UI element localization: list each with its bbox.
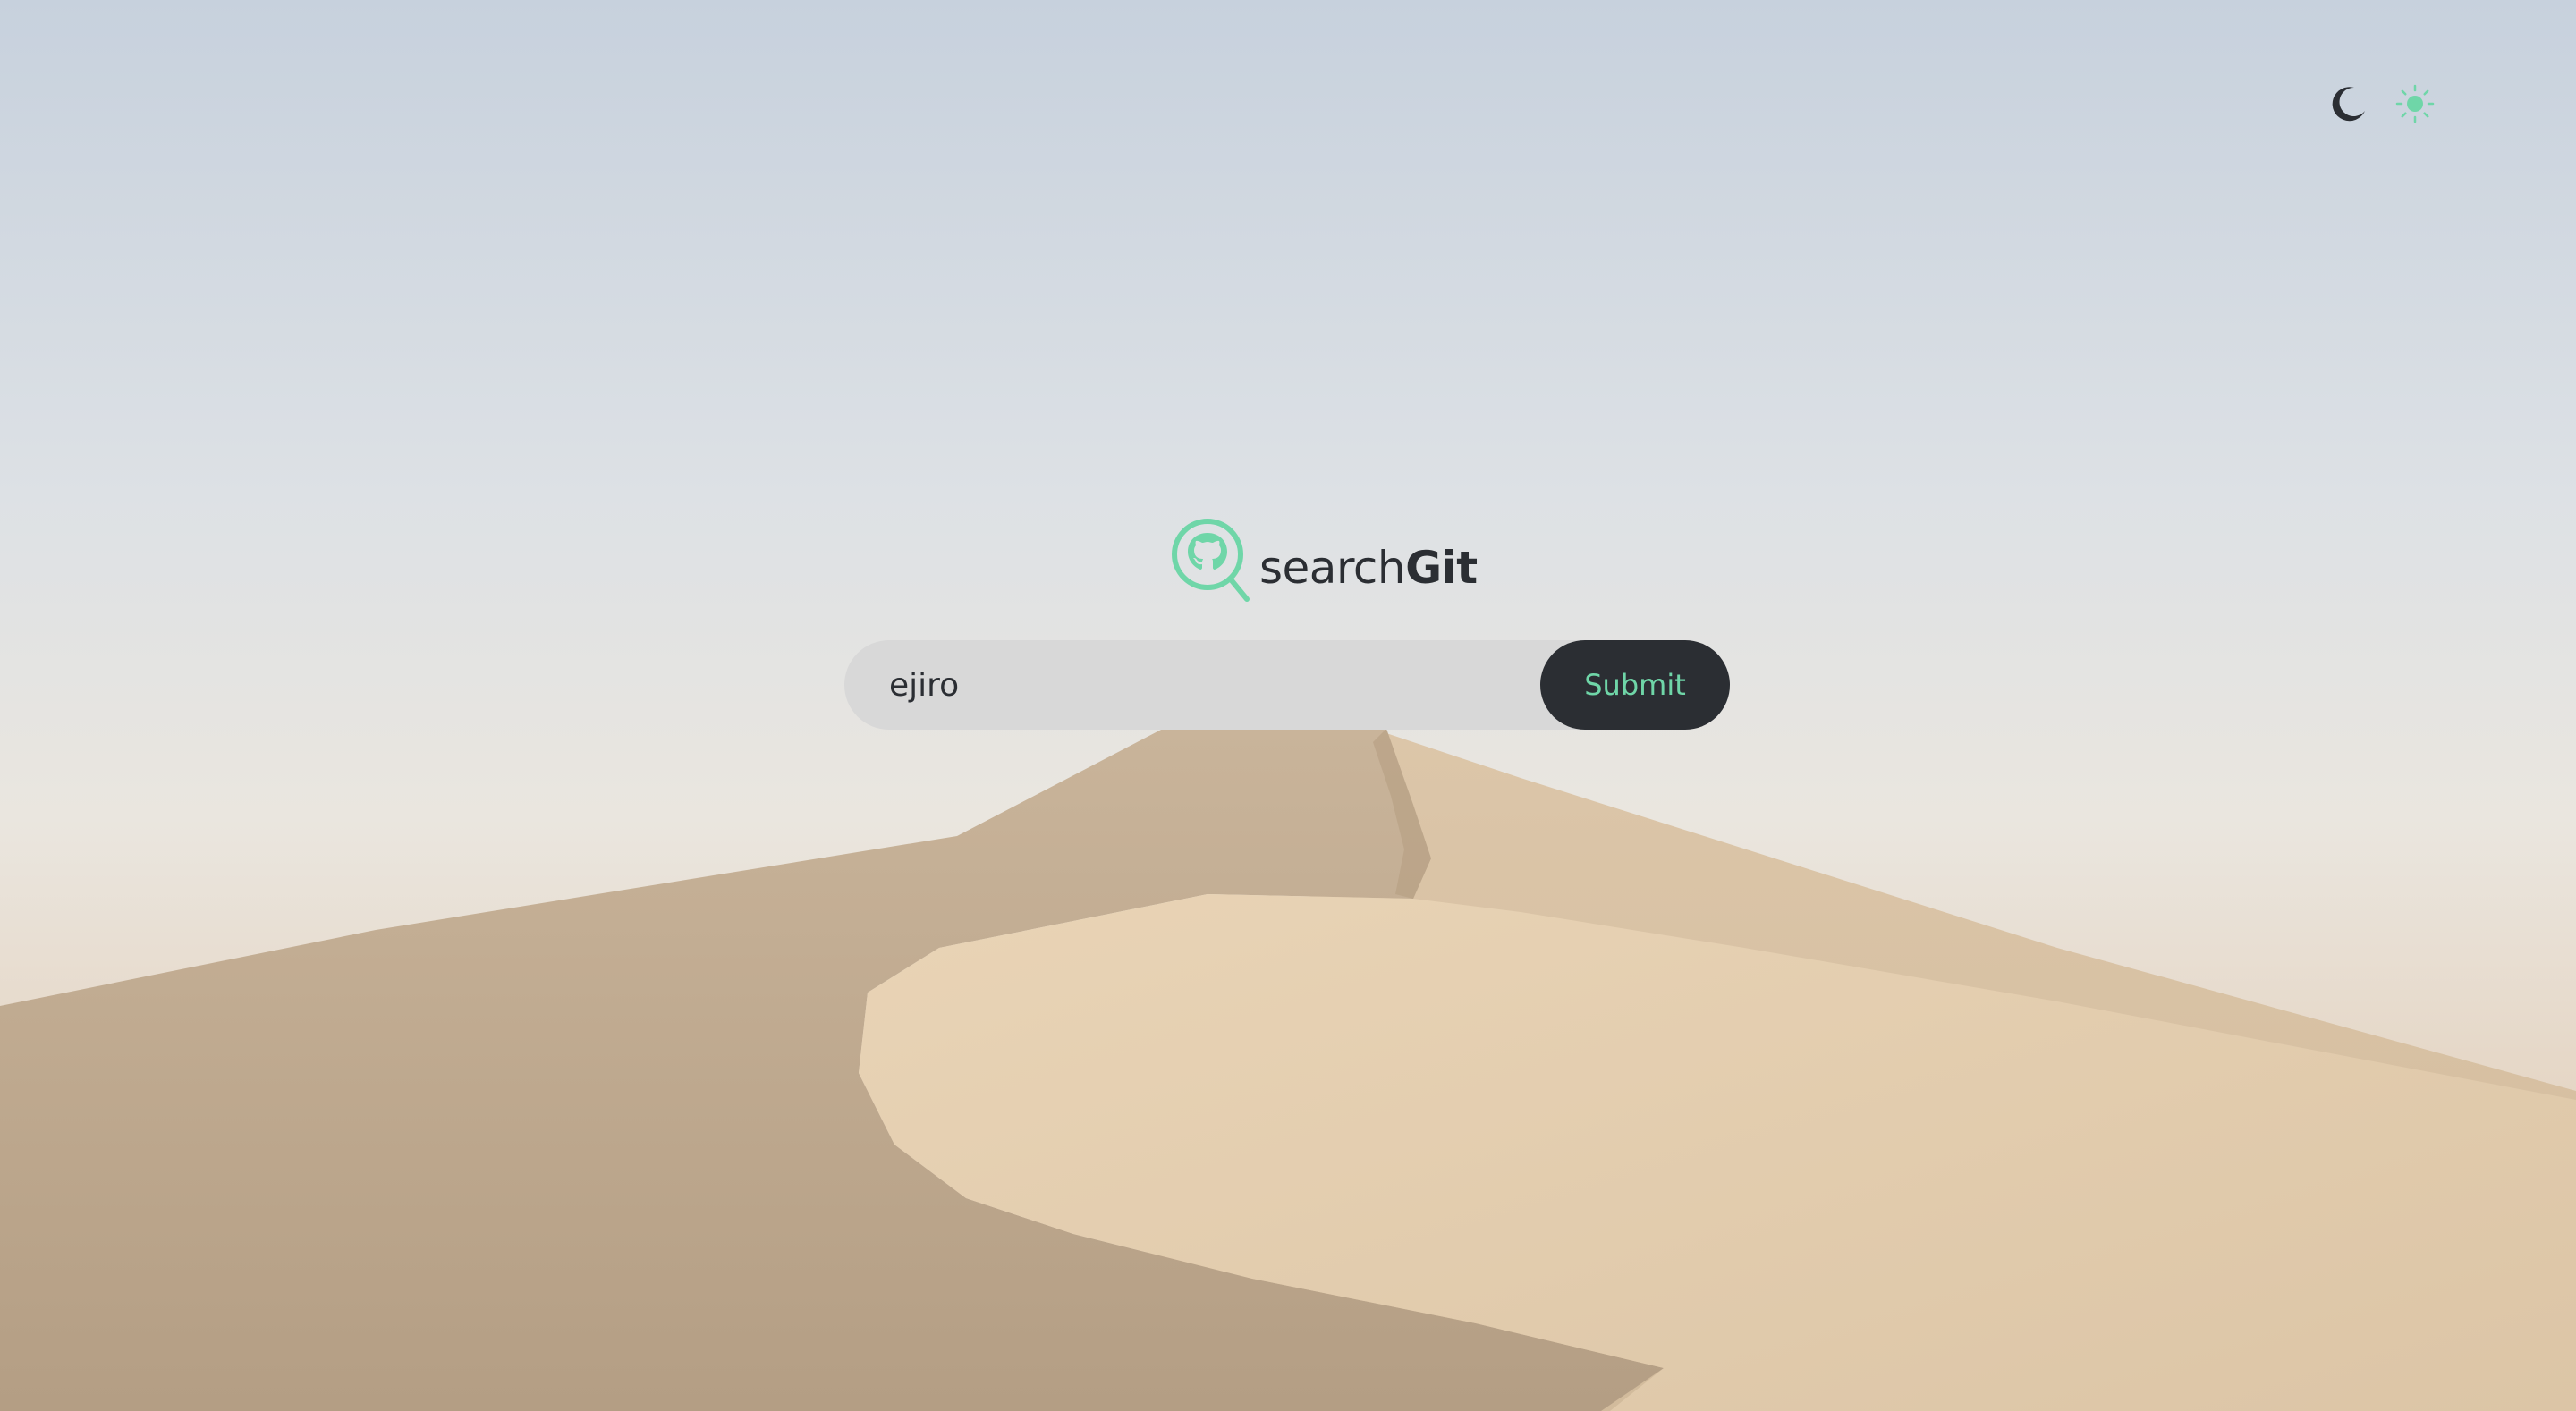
- search-form: Submit: [844, 640, 1730, 730]
- submit-button[interactable]: Submit: [1540, 640, 1730, 730]
- github-search-icon: [1172, 519, 1250, 602]
- search-input[interactable]: [889, 640, 1479, 730]
- theme-toggle-group: [2327, 82, 2436, 125]
- dark-mode-toggle[interactable]: [2327, 82, 2370, 125]
- app-name: searchGit: [1259, 545, 1478, 590]
- app-name-light: search: [1259, 542, 1406, 594]
- app-name-bold: Git: [1405, 542, 1478, 594]
- app-logo: searchGit: [1170, 517, 1478, 604]
- light-mode-toggle[interactable]: [2394, 82, 2436, 125]
- page: searchGit Submit: [0, 0, 2576, 1411]
- sun-icon: [2395, 84, 2435, 123]
- moon-icon: [2332, 87, 2365, 122]
